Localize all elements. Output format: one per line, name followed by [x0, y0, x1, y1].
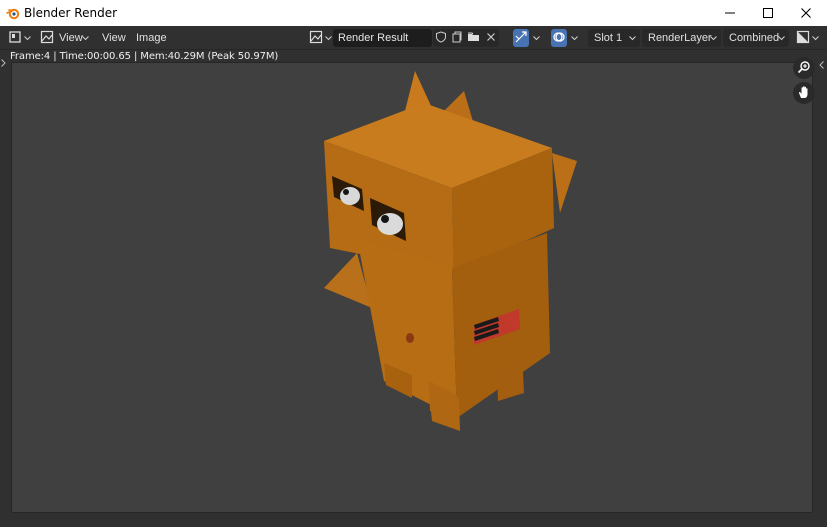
- new-image-button[interactable]: [449, 29, 465, 47]
- overlay-button[interactable]: [551, 29, 567, 47]
- image-name-field[interactable]: Render Result: [333, 29, 432, 47]
- unlink-image-button[interactable]: [482, 29, 499, 47]
- image-browse-icon: [309, 30, 323, 47]
- zoom-in-icon: [797, 60, 811, 77]
- chevron-down-icon[interactable]: [571, 29, 578, 47]
- view-mode-button[interactable]: [40, 29, 56, 47]
- window-title: Blender Render: [24, 6, 118, 20]
- image-editor-icon: [8, 30, 22, 47]
- chevron-down-icon: [24, 32, 31, 44]
- zoom-button[interactable]: [793, 57, 815, 79]
- menu-view-mode[interactable]: View: [59, 30, 83, 46]
- chevron-down-icon: [812, 32, 819, 44]
- browse-image-button[interactable]: [309, 29, 333, 47]
- open-image-button[interactable]: [465, 29, 482, 47]
- slot-label: Slot 1: [594, 32, 623, 44]
- render-layer-dropdown[interactable]: RenderLayer: [642, 29, 721, 47]
- slot-dropdown[interactable]: Slot 1: [588, 29, 640, 47]
- toolbar-toggle-arrow-icon[interactable]: [1, 58, 6, 70]
- overlay-icon: [553, 31, 565, 46]
- menu-view[interactable]: View: [102, 30, 126, 46]
- chevron-down-icon: [325, 32, 332, 44]
- close-button[interactable]: [787, 0, 825, 26]
- sample-tool-button[interactable]: [513, 29, 529, 47]
- title-bar: Blender Render: [0, 0, 827, 26]
- render-stats-text: Frame:4 | Time:00:00.65 | Mem:40.29M (Pe…: [10, 51, 279, 62]
- color-alpha-icon: [796, 30, 810, 47]
- fake-user-button[interactable]: [433, 29, 449, 47]
- shield-icon: [435, 30, 447, 46]
- editor-type-button[interactable]: [8, 29, 32, 47]
- menu-image[interactable]: Image: [136, 30, 167, 46]
- render-pass-label: Combined: [729, 32, 780, 44]
- close-icon: [486, 32, 496, 45]
- render-pass-dropdown[interactable]: Combined: [723, 29, 789, 47]
- sample-tool-icon: [515, 30, 527, 46]
- render-layer-label: RenderLayer: [648, 32, 712, 44]
- blender-logo-icon: [6, 6, 20, 20]
- image-view-icon: [40, 30, 54, 47]
- sidebar-toggle-arrow-icon[interactable]: [819, 60, 824, 72]
- render-result-image: [11, 62, 813, 513]
- display-channels-button[interactable]: [796, 29, 820, 47]
- image-editor-header: View View Image Render Result Slot 1 Ren…: [0, 26, 827, 50]
- chevron-down-icon[interactable]: [533, 29, 540, 47]
- character-render: [324, 71, 577, 431]
- hand-icon: [797, 85, 811, 102]
- pan-button[interactable]: [793, 82, 815, 104]
- chevron-down-icon: [82, 29, 89, 47]
- minimize-button[interactable]: [711, 0, 749, 26]
- duplicate-icon: [451, 31, 463, 46]
- folder-icon: [467, 31, 480, 46]
- maximize-button[interactable]: [749, 0, 787, 26]
